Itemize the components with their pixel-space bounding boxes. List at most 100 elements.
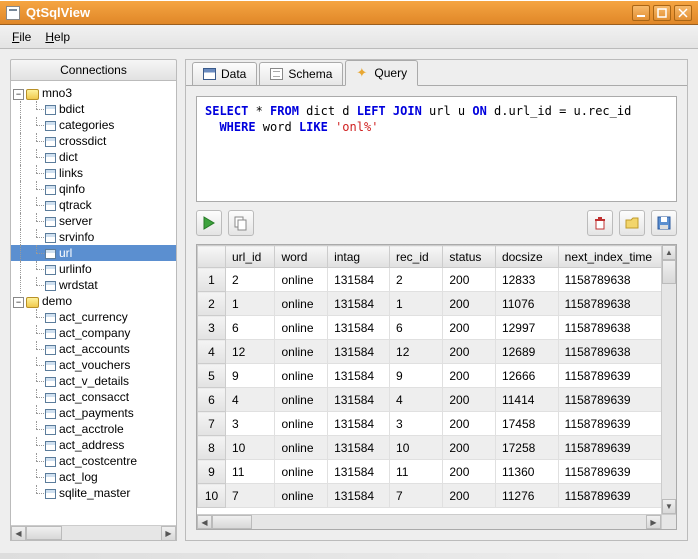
run-query-button[interactable]	[196, 210, 222, 236]
tree-expander[interactable]: −	[13, 89, 24, 100]
grid-cell[interactable]: 3	[390, 412, 443, 436]
grid-v-scrollbar[interactable]: ▲ ▼	[661, 245, 676, 514]
tree-table-act_company[interactable]: act_company	[11, 325, 176, 341]
tree-table-act_costcentre[interactable]: act_costcentre	[11, 453, 176, 469]
tree-table-act_payments[interactable]: act_payments	[11, 405, 176, 421]
column-header[interactable]: next_index_time	[558, 246, 675, 268]
column-header[interactable]: url_id	[226, 246, 275, 268]
grid-cell[interactable]: 12997	[495, 316, 558, 340]
column-header[interactable]: word	[275, 246, 328, 268]
tree-table-server[interactable]: server	[11, 213, 176, 229]
tree-table-crossdict[interactable]: crossdict	[11, 133, 176, 149]
tree-table-sqlite_master[interactable]: sqlite_master	[11, 485, 176, 501]
grid-cell[interactable]: online	[275, 412, 328, 436]
scroll-left-button[interactable]: ◀	[11, 526, 26, 541]
grid-cell[interactable]: online	[275, 340, 328, 364]
grid-cell[interactable]: 10	[390, 436, 443, 460]
grid-cell[interactable]: 12833	[495, 268, 558, 292]
grid-cell[interactable]: 2	[226, 268, 275, 292]
grid-cell[interactable]: 6	[226, 316, 275, 340]
grid-cell[interactable]: 1158789639	[558, 460, 675, 484]
grid-cell[interactable]: 11	[226, 460, 275, 484]
grid-h-thumb[interactable]	[212, 515, 252, 529]
grid-cell[interactable]: 2	[390, 268, 443, 292]
tree-table-links[interactable]: links	[11, 165, 176, 181]
row-header[interactable]: 4	[198, 340, 226, 364]
grid-cell[interactable]: 1158789639	[558, 364, 675, 388]
grid-cell[interactable]: 200	[443, 364, 496, 388]
tree-table-act_vouchers[interactable]: act_vouchers	[11, 357, 176, 373]
grid-cell[interactable]: 11276	[495, 484, 558, 508]
grid-scroll-left-button[interactable]: ◀	[197, 515, 212, 529]
grid-cell[interactable]: 11	[390, 460, 443, 484]
grid-cell[interactable]: 10	[226, 436, 275, 460]
grid-cell[interactable]: 131584	[328, 340, 390, 364]
sql-editor[interactable]: SELECT * FROM dict d LEFT JOIN url u ON …	[196, 96, 677, 202]
tree-db-demo[interactable]: − demo	[11, 293, 176, 309]
column-header[interactable]: rec_id	[390, 246, 443, 268]
grid-cell[interactable]: 1158789638	[558, 268, 675, 292]
grid-scroll-right-button[interactable]: ▶	[646, 515, 661, 529]
grid-cell[interactable]: 12689	[495, 340, 558, 364]
grid-cell[interactable]: 12	[226, 340, 275, 364]
row-header[interactable]: 1	[198, 268, 226, 292]
grid-cell[interactable]: online	[275, 388, 328, 412]
grid-cell[interactable]: 131584	[328, 436, 390, 460]
grid-cell[interactable]: 11076	[495, 292, 558, 316]
grid-cell[interactable]: 200	[443, 316, 496, 340]
grid-cell[interactable]: 200	[443, 412, 496, 436]
grid-cell[interactable]: 1158789639	[558, 436, 675, 460]
grid-cell[interactable]: 6	[390, 316, 443, 340]
results-grid[interactable]: url_idwordintagrec_idstatusdocsizenext_i…	[197, 245, 676, 508]
tree-h-thumb[interactable]	[26, 526, 62, 540]
grid-cell[interactable]: 1	[226, 292, 275, 316]
grid-cell[interactable]: online	[275, 484, 328, 508]
grid-cell[interactable]: 4	[226, 388, 275, 412]
tree-table-qinfo[interactable]: qinfo	[11, 181, 176, 197]
grid-cell[interactable]: 131584	[328, 316, 390, 340]
grid-cell[interactable]: 131584	[328, 292, 390, 316]
grid-cell[interactable]: 200	[443, 268, 496, 292]
tab-schema[interactable]: Schema	[259, 62, 343, 85]
scroll-right-button[interactable]: ▶	[161, 526, 176, 541]
tree-table-act_currency[interactable]: act_currency	[11, 309, 176, 325]
row-header[interactable]: 6	[198, 388, 226, 412]
column-header[interactable]: docsize	[495, 246, 558, 268]
tree-table-act_consacct[interactable]: act_consacct	[11, 389, 176, 405]
grid-cell[interactable]: 200	[443, 340, 496, 364]
tree-h-scrollbar[interactable]: ◀ ▶	[11, 525, 176, 540]
grid-cell[interactable]: 12666	[495, 364, 558, 388]
grid-cell[interactable]: 131584	[328, 388, 390, 412]
close-button[interactable]	[674, 5, 692, 21]
grid-cell[interactable]: 200	[443, 292, 496, 316]
open-sql-button[interactable]	[619, 210, 645, 236]
grid-cell[interactable]: 17258	[495, 436, 558, 460]
grid-cell[interactable]: 200	[443, 436, 496, 460]
row-header[interactable]: 8	[198, 436, 226, 460]
grid-cell[interactable]: 131584	[328, 364, 390, 388]
grid-cell[interactable]: online	[275, 292, 328, 316]
tree-table-act_acctrole[interactable]: act_acctrole	[11, 421, 176, 437]
tree-table-act_address[interactable]: act_address	[11, 437, 176, 453]
tree-table-act_v_details[interactable]: act_v_details	[11, 373, 176, 389]
grid-cell[interactable]: 131584	[328, 484, 390, 508]
connections-tree[interactable]: − mno3bdictcategoriescrossdictdictlinksq…	[10, 81, 177, 541]
minimize-button[interactable]	[632, 5, 650, 21]
grid-cell[interactable]: 11360	[495, 460, 558, 484]
grid-cell[interactable]: online	[275, 460, 328, 484]
grid-cell[interactable]: 200	[443, 460, 496, 484]
tab-query[interactable]: Query	[345, 60, 418, 86]
grid-v-thumb[interactable]	[662, 260, 676, 284]
grid-cell[interactable]: 7	[390, 484, 443, 508]
column-header[interactable]: status	[443, 246, 496, 268]
grid-cell[interactable]: 200	[443, 388, 496, 412]
row-header[interactable]: 7	[198, 412, 226, 436]
grid-cell[interactable]: 17458	[495, 412, 558, 436]
tree-table-urlinfo[interactable]: urlinfo	[11, 261, 176, 277]
grid-cell[interactable]: 1158789638	[558, 316, 675, 340]
row-header[interactable]: 2	[198, 292, 226, 316]
scroll-up-button[interactable]: ▲	[662, 245, 676, 260]
tab-data[interactable]: Data	[192, 62, 257, 85]
grid-cell[interactable]: 3	[226, 412, 275, 436]
tree-db-mno3[interactable]: − mno3	[11, 85, 176, 101]
